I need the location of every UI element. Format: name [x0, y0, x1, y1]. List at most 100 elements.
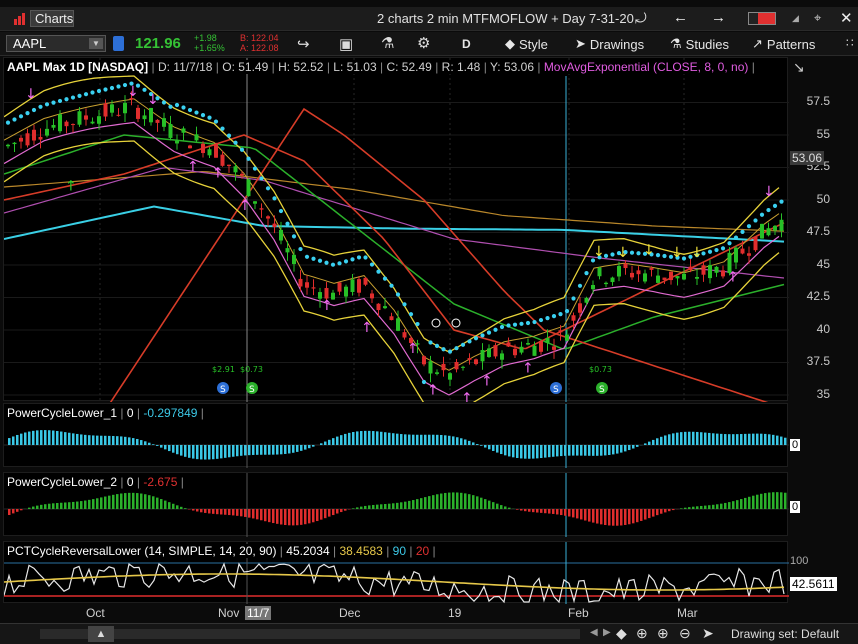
cursor-arrow-icon[interactable]: ➤: [702, 625, 714, 642]
histogram-bar: [128, 492, 131, 509]
candle-body: [123, 102, 127, 114]
expand-up-icon[interactable]: ▲: [88, 626, 114, 642]
histogram-bar: [736, 500, 739, 509]
candle-body: [12, 142, 17, 145]
close-icon[interactable]: ✕: [840, 9, 853, 27]
histogram-bar: [200, 509, 203, 513]
scroll-left-icon[interactable]: ◀: [590, 627, 598, 638]
pct-cycle-pane[interactable]: PCTCycleReversalLower (14, SIMPLE, 14, 2…: [3, 541, 789, 604]
chevron-down-icon[interactable]: ◢: [792, 13, 799, 24]
color-scheme-icon[interactable]: [748, 12, 776, 25]
price-tick: 47.5: [806, 224, 830, 238]
histogram-bar: [296, 509, 299, 526]
drawings-menu-button[interactable]: ➤ Drawings: [575, 36, 644, 52]
histogram-bar: [652, 439, 655, 445]
candle-body: [649, 268, 654, 270]
forward-arrow-icon[interactable]: →: [711, 9, 726, 26]
histogram-bar: [456, 492, 459, 509]
histogram-bar: [16, 509, 19, 512]
style-menu-button[interactable]: ◆ Style: [505, 36, 548, 52]
pin-icon[interactable]: ⌖: [814, 10, 821, 26]
trail-dot: [187, 107, 193, 113]
power-cycle-2-pane[interactable]: PowerCycleLower_2 | 0 | -2.675 |: [3, 472, 789, 537]
flask-icon[interactable]: ⚗: [381, 34, 394, 52]
back-arrow-icon[interactable]: ←: [673, 9, 688, 26]
histogram-bar: [524, 509, 527, 512]
histogram-bar: [412, 434, 415, 445]
zoom-in-icon[interactable]: ⊕: [657, 625, 669, 642]
snapshot-icon[interactable]: ▣: [339, 35, 353, 53]
zoom-out-icon[interactable]: ⊖: [679, 625, 691, 642]
trail-dot: [96, 88, 102, 94]
candle-body: [519, 346, 524, 353]
candle-body: [279, 229, 283, 241]
histogram-bar: [160, 445, 163, 448]
share-icon[interactable]: ↪: [297, 35, 310, 53]
candle-body: [454, 361, 459, 370]
candle-body: [285, 248, 290, 253]
histogram-bar: [208, 445, 211, 460]
undo-icon[interactable]: ⤾: [635, 10, 647, 27]
histogram-bar: [488, 445, 491, 450]
trail-dot: [564, 309, 570, 314]
charts-app-tab[interactable]: Charts: [30, 10, 74, 27]
histogram-bar: [384, 432, 387, 445]
window-title-bar: Charts 2 charts 2 min MTFMOFLOW + Day 7-…: [0, 7, 858, 31]
candle-body: [428, 361, 433, 374]
trail-dot: [571, 296, 576, 301]
histogram-bar: [200, 445, 203, 460]
gear-icon[interactable]: ⚙: [417, 34, 430, 52]
histogram-bar: [116, 494, 119, 509]
histogram-bar: [148, 442, 151, 445]
histogram-bar: [212, 445, 215, 460]
histogram-bar: [636, 445, 639, 447]
histogram-bar: [728, 502, 731, 509]
symbol-selector[interactable]: AAPL ▼: [6, 35, 106, 52]
header-open: O: 51.49: [222, 60, 269, 74]
x-label: Dec: [339, 606, 361, 620]
histogram-bar: [280, 509, 283, 525]
candle-body: [337, 282, 342, 292]
candle-body: [149, 107, 153, 123]
candle-body: [747, 253, 751, 256]
histogram-bar: [644, 509, 647, 520]
timeframe-button[interactable]: D: [462, 37, 471, 51]
histogram-bar: [508, 507, 511, 509]
drawing-set-label[interactable]: Drawing set: Default: [731, 627, 839, 641]
power-cycle-1-pane[interactable]: PowerCycleLower_1 | 0 | -0.297849 |: [3, 403, 789, 468]
crosshair-icon[interactable]: ⊕: [636, 625, 648, 642]
sub2-header: PowerCycleLower_2 | 0 | -2.675 |: [7, 475, 184, 489]
studies-menu-button[interactable]: ⚗ Studies: [670, 36, 729, 52]
dividend-marker-letter: S: [220, 385, 226, 395]
trail-dot: [467, 339, 472, 344]
trail-dot: [584, 271, 589, 276]
trail-dot: [168, 104, 173, 109]
histogram-bar: [624, 445, 627, 452]
trail-dot: [395, 292, 401, 297]
candle-body: [324, 288, 329, 299]
horizontal-scrollbar[interactable]: [40, 629, 580, 639]
trail-dot: [64, 97, 69, 102]
buy-arrow-icon: ↑: [407, 341, 419, 357]
histogram-bar: [224, 509, 227, 515]
histogram-bar: [240, 445, 243, 456]
histogram-bar: [432, 434, 435, 445]
pan-icon[interactable]: ◆: [616, 625, 627, 642]
histogram-bar: [580, 509, 583, 520]
price-chart-pane[interactable]: ↑ ↑ ↑ ↑ ↑ ↑ ↑ ↑ ↑ ↑ ↑ ↑ ↓ ↓ ↓ ↓ ↓ ↓ ↓ ↓ ↓ S S S S $2.91 $0.73 $0.73…: [3, 57, 805, 402]
histogram-bar: [780, 492, 783, 509]
link-icon[interactable]: [113, 36, 124, 51]
histogram-bar: [176, 505, 179, 509]
histogram-bar: [92, 435, 95, 445]
candle-body: [259, 208, 264, 210]
histogram-bar: [308, 445, 311, 449]
candle-body: [558, 330, 563, 333]
histogram-bar: [732, 434, 735, 445]
trail-dot: [142, 87, 147, 92]
more-icon[interactable]: ∷: [846, 36, 854, 50]
candle-body: [77, 111, 82, 125]
histogram-bar: [276, 509, 279, 524]
scroll-right-icon[interactable]: ▶: [603, 627, 611, 638]
histogram-bar: [460, 492, 463, 509]
patterns-menu-button[interactable]: ↗ Patterns: [752, 36, 815, 52]
